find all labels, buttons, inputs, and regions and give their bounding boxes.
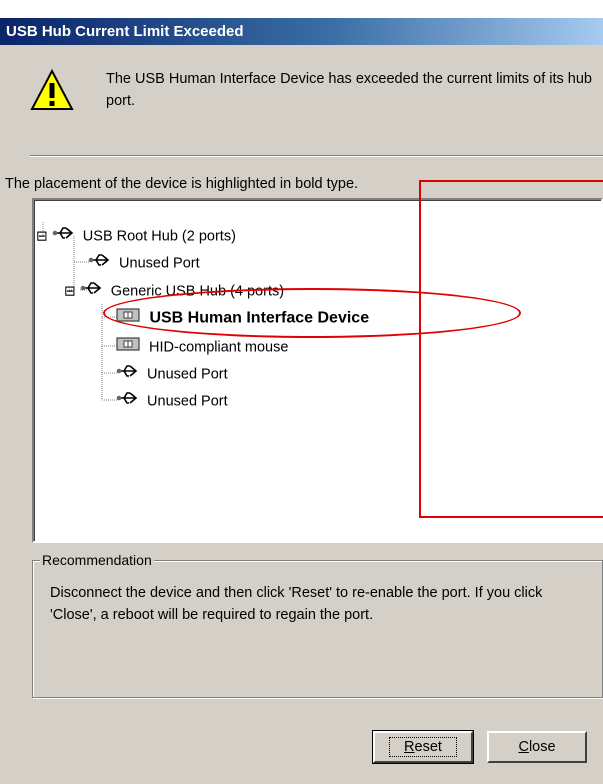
usb-icon xyxy=(52,224,76,249)
tree-node-hid-mouse[interactable]: HID-compliant mouse xyxy=(116,335,288,357)
collapse-expander[interactable]: ⊟ xyxy=(36,227,48,243)
separator xyxy=(30,155,603,157)
close-button[interactable]: Close xyxy=(487,731,587,763)
recommendation-text: Disconnect the device and then click 'Re… xyxy=(50,585,543,623)
tree-node-root-hub[interactable]: ⊟ USB Root Hub (2 ports) xyxy=(36,224,236,246)
tree-node-label: Unused Port xyxy=(119,255,200,272)
recommendation-legend: Recommendation xyxy=(40,552,154,568)
title-bar: USB Hub Current Limit Exceeded xyxy=(0,18,603,45)
tree-node-generic-hub[interactable]: ⊟ Generic USB Hub (4 ports) xyxy=(64,279,284,301)
hid-device-icon xyxy=(116,335,142,360)
hid-device-icon xyxy=(116,306,142,331)
tree-node-unused-port[interactable]: Unused Port xyxy=(116,389,228,411)
warning-icon xyxy=(30,68,74,112)
recommendation-group xyxy=(32,560,603,698)
tree-node-hid-device[interactable]: USB Human Interface Device xyxy=(116,306,369,328)
usb-icon xyxy=(116,389,140,414)
tree-node-label: Unused Port xyxy=(147,366,228,383)
usb-icon xyxy=(88,251,112,276)
device-tree[interactable]: ⊟ USB Root Hub (2 ports) Unused Port ⊟ G… xyxy=(32,198,603,543)
tree-node-label: USB Human Interface Device xyxy=(149,309,370,327)
tree-node-unused-port[interactable]: Unused Port xyxy=(116,362,228,384)
collapse-expander[interactable]: ⊟ xyxy=(64,282,76,298)
tree-node-label: USB Root Hub (2 ports) xyxy=(82,228,236,245)
tree-node-label: Generic USB Hub (4 ports) xyxy=(110,283,285,300)
tree-node-unused-port[interactable]: Unused Port xyxy=(88,251,200,273)
usb-icon xyxy=(116,362,140,387)
tree-node-label: HID-compliant mouse xyxy=(149,339,289,356)
reset-button[interactable]: Reset xyxy=(372,730,474,764)
placement-text: The placement of the device is highlight… xyxy=(5,176,359,192)
usb-icon xyxy=(80,279,104,304)
tree-node-label: Unused Port xyxy=(147,393,228,410)
warning-message: The USB Human Interface Device has excee… xyxy=(106,71,592,109)
